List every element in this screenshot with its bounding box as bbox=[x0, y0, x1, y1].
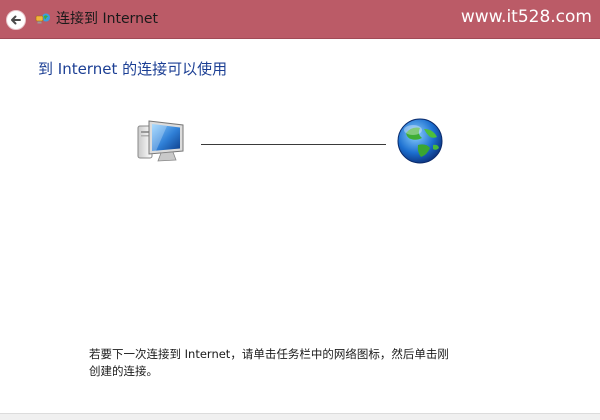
watermark-text: www.it528.com bbox=[460, 7, 592, 27]
window-title: 连接到 Internet bbox=[56, 11, 159, 27]
globe-icon bbox=[397, 118, 443, 164]
back-button[interactable] bbox=[6, 10, 26, 30]
title-bar: 连接到 Internet www.it528.com bbox=[0, 0, 600, 39]
back-arrow-icon bbox=[11, 15, 21, 25]
page-heading: 到 Internet 的连接可以使用 bbox=[38, 60, 228, 78]
connection-line bbox=[201, 144, 386, 145]
instruction-text: 若要下一次连接到 Internet，请单击任务栏中的网络图标，然后单击刚创建的连… bbox=[89, 347, 449, 378]
network-connection-icon bbox=[35, 13, 50, 24]
computer-icon bbox=[137, 120, 184, 162]
